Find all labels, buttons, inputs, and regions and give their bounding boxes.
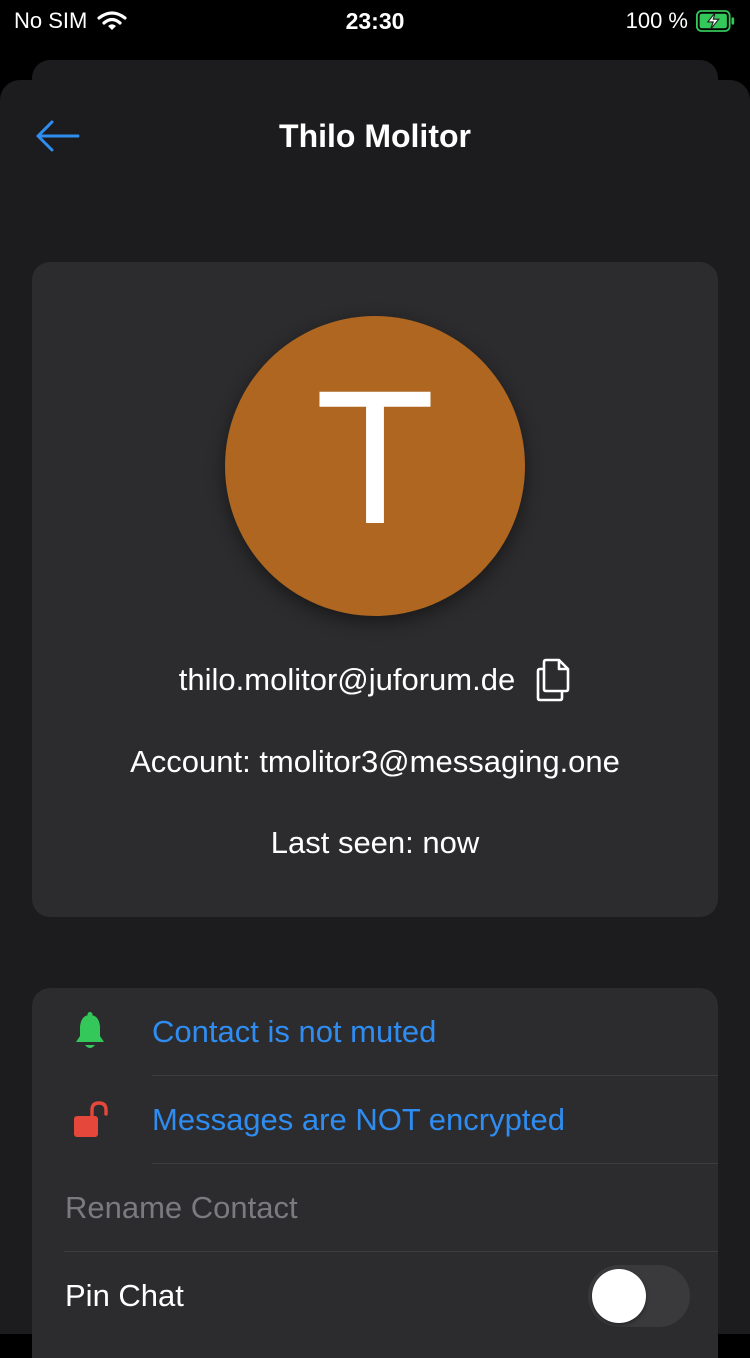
last-seen-label: Last seen: now [270,825,480,860]
page-title: Thilo Molitor [279,118,471,154]
toggle-knob [592,1269,646,1323]
email-row: thilo.molitor@juforum.de [32,658,718,702]
rename-contact-label: Rename Contact [65,1190,298,1225]
bell-icon [76,1012,104,1048]
battery-percent: 100 % [625,8,688,33]
contact-email: thilo.molitor@juforum.de [178,662,516,697]
battery-charging-icon [696,10,735,32]
encryption-status-label: Messages are NOT encrypted [152,1102,565,1137]
status-bar: No SIM 23:30 100 % [0,0,750,42]
avatar: T [225,316,525,616]
pin-chat-toggle[interactable] [588,1265,690,1327]
profile-card: T thilo.molitor@juforum.de Account: tmol… [32,262,718,917]
status-right: 100 % [626,8,736,34]
rename-contact-row[interactable]: Rename Contact [32,1164,718,1252]
contact-details-sheet: Thilo Molitor T thilo.molitor@juforum.de… [0,80,750,1358]
account-label: Account: tmolitor3@messaging.one [130,744,620,779]
mute-row[interactable]: Contact is not muted [32,988,718,1076]
settings-list: Contact is not muted Messages are NOT en… [32,988,718,1358]
encryption-row[interactable]: Messages are NOT encrypted [32,1076,718,1164]
pin-chat-row: Pin Chat [32,1252,718,1340]
pin-chat-label: Pin Chat [65,1278,184,1313]
copy-icon[interactable] [535,658,571,702]
mute-status-label: Contact is not muted [152,1014,437,1049]
avatar-letter: T [320,357,430,566]
unlocked-lock-icon [74,1101,108,1137]
